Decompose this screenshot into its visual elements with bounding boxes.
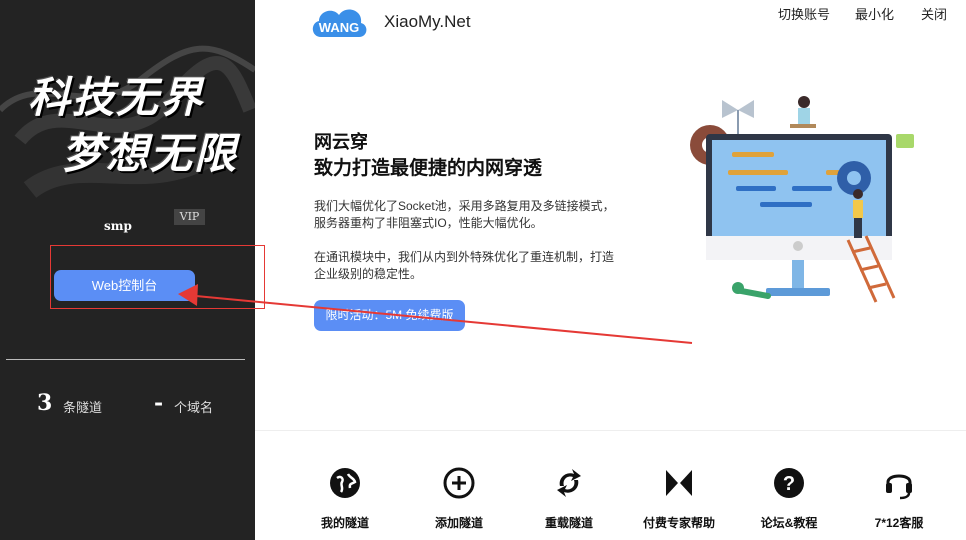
slogan-line-2: 梦想无限 (62, 129, 239, 178)
brand-name: XiaoMy.Net (384, 12, 471, 31)
globe-icon (330, 468, 360, 498)
logo-cloud-icon: WANG (312, 9, 367, 37)
action-label: 论坛&教程 (760, 516, 818, 530)
action-label: 付费专家帮助 (642, 516, 715, 530)
tunnel-count-label: 条隧道 (63, 400, 103, 415)
hero-illustration (690, 96, 914, 303)
hero-title: 网云穿 (314, 132, 368, 153)
action-label: 重载隧道 (544, 516, 593, 530)
close-button[interactable]: 关闭 (921, 4, 947, 23)
minimize-button[interactable]: 最小化 (855, 4, 894, 23)
vip-badge: VIP (174, 209, 205, 225)
action-customer-service[interactable]: 7*12客服 (844, 466, 954, 531)
question-icon: ? (774, 468, 804, 498)
hero-paragraph-2-line-2: 企业级别的稳定性。 (314, 267, 423, 281)
action-expert-help[interactable]: 付费专家帮助 (624, 466, 734, 531)
switch-account-button[interactable]: 切换账号 (778, 4, 830, 23)
hero-paragraph-1-line-1: 我们大幅优化了Socket池，采用多路复用及多链接模式， (314, 199, 615, 213)
action-reload-tunnel[interactable]: 重载隧道 (514, 466, 624, 531)
domain-count-label: 个域名 (174, 400, 214, 415)
action-label: 7*12客服 (874, 516, 924, 530)
username: smp (104, 219, 132, 233)
hero-paragraph-2-line-1: 在通讯模块中，我们从内到外特殊优化了重连机制，打造 (314, 250, 615, 264)
logo-text: WANG (319, 20, 359, 35)
hero-subtitle: 致力打造最便捷的内网穿透 (314, 157, 543, 179)
hero-paragraph-1-line-2: 服务器重构了非阻塞式IO，性能大幅优化。 (314, 216, 543, 230)
action-label: 我的隧道 (320, 516, 369, 530)
tunnel-count: 3 (37, 390, 53, 416)
expert-icon (666, 470, 692, 496)
slogan-line-1: 科技无界 (28, 73, 205, 122)
action-add-tunnel[interactable]: 添加隧道 (404, 466, 514, 531)
sidebar-divider (6, 359, 245, 360)
hero-paragraph-1: 我们大幅优化了Socket池，采用多路复用及多链接模式， 服务器重构了非阻塞式I… (314, 198, 634, 232)
action-my-tunnels[interactable]: 我的隧道 (290, 466, 400, 531)
promo-button[interactable]: 限时活动：5M 免续费版 (314, 300, 465, 331)
domain-count: - (154, 390, 164, 416)
svg-text:?: ? (783, 473, 795, 495)
headset-icon (886, 474, 912, 500)
action-label: 添加隧道 (434, 516, 483, 530)
action-forum-tutorial[interactable]: ? 论坛&教程 (734, 466, 844, 531)
annotation-highlight-box (50, 245, 265, 309)
hero-paragraph-2: 在通讯模块中，我们从内到外特殊优化了重连机制，打造 企业级别的稳定性。 (314, 249, 634, 283)
plus-circle-icon (443, 467, 475, 499)
reload-icon (557, 469, 581, 497)
